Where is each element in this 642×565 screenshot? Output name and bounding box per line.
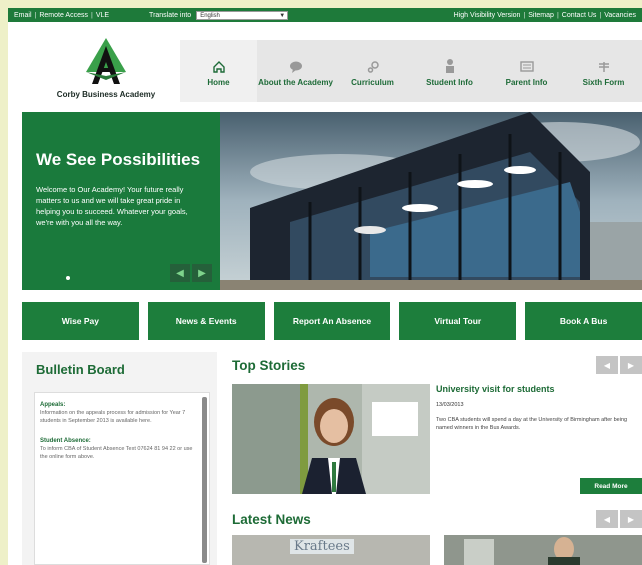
nav-label: Sixth Form bbox=[582, 77, 625, 87]
nav-label: Parent Info bbox=[505, 77, 548, 87]
language-select-value: English bbox=[200, 12, 220, 19]
parent-icon bbox=[519, 56, 535, 74]
bulletin-item-heading: Student Absence: bbox=[40, 438, 91, 444]
news-events-button[interactable]: News & Events bbox=[147, 302, 265, 340]
gears-icon bbox=[366, 56, 380, 74]
latest-news-title: Latest News bbox=[232, 512, 311, 527]
bulletin-item: Appeals: Information on the appeals proc… bbox=[40, 401, 197, 425]
bulletin-item-text: To inform CBA of Student Absence Text 07… bbox=[40, 446, 193, 460]
top-stories-pager: ◀ ▶ bbox=[596, 356, 642, 374]
translate-widget: Translate into English ▼ bbox=[149, 10, 289, 20]
vacancies-link[interactable]: Vacancies bbox=[604, 12, 636, 19]
wise-pay-button[interactable]: Wise Pay bbox=[22, 302, 139, 340]
utility-right-links: High Visibility Version | Sitemap | Cont… bbox=[454, 12, 636, 19]
main-nav: Home About the Academy Curriculum Studen… bbox=[180, 40, 642, 102]
story-date: 13/03/2013 bbox=[436, 402, 464, 408]
logo-text: Corby Business Academy bbox=[56, 90, 156, 99]
nav-item-home[interactable]: Home bbox=[180, 40, 257, 102]
nav-item-student-info[interactable]: Student Info bbox=[411, 40, 488, 102]
bulletin-scrollbar[interactable] bbox=[202, 397, 207, 563]
home-icon bbox=[212, 56, 226, 74]
utility-bar-strip: Email | Remote Access | VLE Translate in… bbox=[8, 8, 642, 22]
hero-body: Welcome to Our Academy! Your future real… bbox=[36, 185, 188, 227]
hero-next-button[interactable]: ▶ bbox=[192, 264, 212, 282]
separator: | bbox=[599, 11, 602, 19]
page: Corby Business Academy Home About the Ac… bbox=[8, 22, 642, 565]
bulletin-item-heading: Appeals: bbox=[40, 402, 66, 408]
dropdown-arrow-icon: ▼ bbox=[279, 12, 286, 19]
separator: | bbox=[90, 11, 93, 19]
news-photo-sign: Kraftees bbox=[290, 539, 354, 554]
nav-label: Curriculum bbox=[351, 77, 394, 87]
story-content: University visit for students 13/03/2013… bbox=[436, 384, 642, 494]
sitemap-link[interactable]: Sitemap bbox=[528, 12, 554, 19]
hero-title: We See Possibilities bbox=[36, 150, 201, 169]
sixth-form-icon bbox=[597, 56, 611, 74]
remote-access-link[interactable]: Remote Access bbox=[39, 12, 88, 19]
top-stories-prev-button[interactable]: ◀ bbox=[596, 356, 618, 374]
language-select[interactable]: English ▼ bbox=[196, 10, 289, 20]
high-visibility-link[interactable]: High Visibility Version bbox=[454, 12, 521, 19]
bulletin-board: Bulletin Board Appeals: Information on t… bbox=[22, 352, 217, 565]
bulletin-item: Student Absence: To inform CBA of Studen… bbox=[40, 437, 197, 461]
nav-item-about[interactable]: About the Academy bbox=[257, 40, 334, 102]
separator: | bbox=[556, 11, 559, 19]
nav-label: Student Info bbox=[426, 77, 473, 87]
read-more-button[interactable]: Read More bbox=[580, 478, 642, 494]
quick-links: Wise Pay News & Events Report An Absence… bbox=[22, 302, 642, 340]
academy-building-image bbox=[220, 112, 642, 290]
speech-bubble-icon bbox=[289, 56, 303, 74]
nav-item-parent-info[interactable]: Parent Info bbox=[488, 40, 565, 102]
logo[interactable]: Corby Business Academy bbox=[36, 36, 176, 102]
academy-logo-icon bbox=[86, 38, 126, 84]
news-photo-2[interactable] bbox=[444, 535, 642, 565]
book-bus-button[interactable]: Book A Bus bbox=[525, 302, 642, 340]
email-link[interactable]: Email bbox=[14, 12, 32, 19]
bulletin-item-text: Information on the appeals process for a… bbox=[40, 410, 186, 424]
hero-banner: We See Possibilities Welcome to Our Acad… bbox=[22, 112, 642, 290]
vle-link[interactable]: VLE bbox=[96, 12, 109, 19]
nav-label: Home bbox=[207, 77, 230, 87]
story-title[interactable]: University visit for students bbox=[436, 384, 642, 394]
latest-news-prev-button[interactable]: ◀ bbox=[596, 510, 618, 528]
bulletin-list: Appeals: Information on the appeals proc… bbox=[34, 392, 210, 565]
hero-prev-button[interactable]: ◀ bbox=[170, 264, 190, 282]
hero-arrows: ◀ ▶ bbox=[170, 264, 212, 282]
student-icon bbox=[443, 56, 457, 74]
translate-label: Translate into bbox=[149, 11, 192, 19]
story-photo bbox=[232, 384, 430, 494]
report-absence-button[interactable]: Report An Absence bbox=[273, 302, 391, 340]
nav-label: About the Academy bbox=[258, 77, 333, 87]
separator: | bbox=[34, 11, 37, 19]
latest-news-pager: ◀ ▶ bbox=[596, 510, 642, 528]
site-header: Corby Business Academy Home About the Ac… bbox=[8, 22, 642, 108]
latest-news-next-button[interactable]: ▶ bbox=[620, 510, 642, 528]
bulletin-title: Bulletin Board bbox=[36, 362, 125, 377]
virtual-tour-button[interactable]: Virtual Tour bbox=[399, 302, 517, 340]
top-stories-title: Top Stories bbox=[232, 358, 306, 373]
contact-us-link[interactable]: Contact Us bbox=[562, 12, 597, 19]
nav-item-sixth-form[interactable]: Sixth Form bbox=[565, 40, 642, 102]
separator: | bbox=[523, 11, 526, 19]
slide-indicator-dot[interactable] bbox=[66, 276, 70, 280]
nav-item-curriculum[interactable]: Curriculum bbox=[334, 40, 411, 102]
story-body: Two CBA students will spend a day at the… bbox=[436, 417, 628, 431]
news-photo-1[interactable]: Kraftees bbox=[232, 535, 430, 565]
top-stories-next-button[interactable]: ▶ bbox=[620, 356, 642, 374]
